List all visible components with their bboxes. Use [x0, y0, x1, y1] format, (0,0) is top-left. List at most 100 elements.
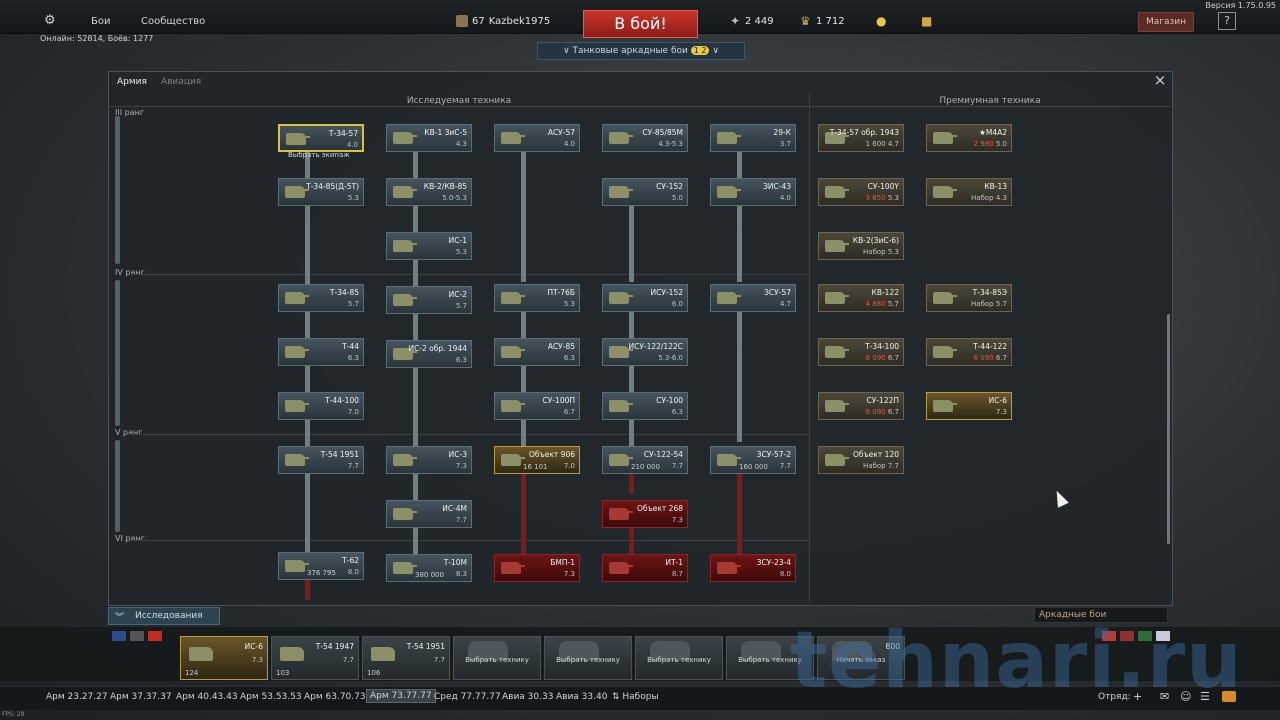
- country-flag-china-icon[interactable]: [1120, 631, 1134, 641]
- tank-icon: [285, 186, 309, 198]
- vehicle-card[interactable]: ЗИС-43 4.0: [710, 178, 796, 206]
- fps-counter: FPS: 28: [2, 711, 25, 718]
- country-flag-italy-icon[interactable]: [1138, 631, 1152, 641]
- vehicle-card[interactable]: Объект 268 7.3: [602, 500, 688, 528]
- vehicle-card[interactable]: Объект 906 16 101 7.0: [494, 446, 580, 474]
- premium-vehicle-card[interactable]: Т-34-85Э Набор 5.7: [926, 284, 1012, 312]
- vehicle-card[interactable]: АСУ-57 4.0: [494, 124, 580, 152]
- premium-vehicle-card[interactable]: Объект 120 Набор 7.7: [818, 446, 904, 474]
- premium-vehicle-card[interactable]: КВ-2(ЗиС-6) Набор 5.3: [818, 232, 904, 260]
- vehicle-card[interactable]: СУ-85/85М 4.3-5.3: [602, 124, 688, 152]
- to-battle-button[interactable]: В бой!: [583, 10, 698, 38]
- vehicle-card[interactable]: ИС-1 5.3: [386, 232, 472, 260]
- premium-vehicle-card[interactable]: Т-34-100 6 090 6.7: [818, 338, 904, 366]
- vehicle-name: Объект 906: [528, 450, 575, 459]
- game-mode-selector[interactable]: ∨ Танковые аркадные бои 1 2 ∨: [537, 42, 745, 60]
- vehicle-card[interactable]: СУ-100 6.3: [602, 392, 688, 420]
- vehicle-card[interactable]: Т-54 1951 7.7: [278, 446, 364, 474]
- crew-slot-empty[interactable]: Выбрать технику: [726, 636, 814, 680]
- premium-vehicle-card[interactable]: КВ-13 Набор 4.3: [926, 178, 1012, 206]
- vehicle-card[interactable]: ЗСУ-57 4.7: [710, 284, 796, 312]
- shop-button[interactable]: Магазин: [1138, 12, 1194, 32]
- premium-vehicle-card[interactable]: ★M4A2 2 980 5.0: [926, 124, 1012, 152]
- player-info[interactable]: 67 Kazbek1975: [456, 15, 550, 27]
- crew-slot[interactable]: Т-54 1951 7.7 106: [362, 636, 450, 680]
- premium-vehicle-card[interactable]: СУ-122П 6 090 6.7: [818, 392, 904, 420]
- vehicle-name: СУ-122-54: [643, 450, 683, 459]
- vehicle-card[interactable]: АСУ-85 6.3: [494, 338, 580, 366]
- gear-icon[interactable]: ⚙: [44, 13, 56, 28]
- vehicle-card[interactable]: СУ-100П 6.7: [494, 392, 580, 420]
- preset-item[interactable]: Арм 63.70.73: [304, 692, 366, 702]
- premium-vehicle-card[interactable]: ИС-6 7.3: [926, 392, 1012, 420]
- vehicle-card[interactable]: ИСУ-152 6.0: [602, 284, 688, 312]
- add-squad-icon[interactable]: +: [1133, 690, 1142, 703]
- menu-battles[interactable]: Бои: [91, 16, 110, 27]
- preset-item[interactable]: Авиа 30.33: [502, 692, 553, 702]
- preset-item[interactable]: Арм 23.27.27: [46, 692, 108, 702]
- presets-button[interactable]: ⇅ Наборы: [612, 692, 659, 702]
- premium-vehicle-card[interactable]: Т-34-57 обр. 1943 1 600 4.7: [818, 124, 904, 152]
- crew-slot-empty[interactable]: Выбрать технику: [453, 636, 541, 680]
- preset-item[interactable]: Арм 37.37.37: [110, 692, 172, 702]
- country-flag-ussr-icon[interactable]: [148, 631, 162, 641]
- vehicle-card[interactable]: ИС-2 обр. 1944 6.3: [386, 340, 472, 368]
- vehicle-card[interactable]: ИС-3 7.3: [386, 446, 472, 474]
- vehicle-card[interactable]: ИС-2 5.7: [386, 286, 472, 314]
- battle-mode-dropdown[interactable]: Аркадные бои: [1034, 607, 1168, 623]
- crew-slot[interactable]: ИС-6 7.3 124: [180, 636, 268, 680]
- vehicle-card[interactable]: Т-34-57 4.0 Выбрать экипаж: [278, 124, 364, 159]
- vehicle-card[interactable]: Т-62 376 795 8.0: [278, 552, 364, 580]
- crew-slot-empty[interactable]: Выбрать технику: [635, 636, 723, 680]
- crew-slot-empty[interactable]: Выбрать технику: [544, 636, 632, 680]
- vehicle-card[interactable]: ЗСУ-57-2 160 000 7.7: [710, 446, 796, 474]
- crew-slot-buy[interactable]: 800 Начать заказ: [817, 636, 905, 680]
- vehicle-card[interactable]: КВ-1 ЗиС-5 4.3: [386, 124, 472, 152]
- vehicle-card[interactable]: Т-34-85 5.7: [278, 284, 364, 312]
- vehicle-card[interactable]: ПТ-76Б 5.3: [494, 284, 580, 312]
- country-flag-usa-icon[interactable]: [112, 631, 126, 641]
- tank-icon: [933, 346, 957, 358]
- vehicle-card[interactable]: ИСУ-122/122С 5.3-6.0: [602, 338, 688, 366]
- chat-icon[interactable]: ✉: [1160, 690, 1169, 703]
- menu-community[interactable]: Сообщество: [141, 16, 205, 27]
- preset-item[interactable]: Сред 77.77.77: [434, 692, 501, 702]
- premium-vehicle-card[interactable]: КВ-122 4 880 5.7: [818, 284, 904, 312]
- vehicle-card[interactable]: ИС-4М 7.7: [386, 500, 472, 528]
- vehicle-name: АСУ-57: [547, 128, 575, 137]
- chest-icon[interactable]: ■: [921, 14, 932, 28]
- tab-army[interactable]: Армия: [117, 77, 147, 87]
- vehicle-card[interactable]: ИТ-1 8.7: [602, 554, 688, 582]
- mail-icon[interactable]: [1222, 691, 1236, 702]
- contacts-icon[interactable]: ☰: [1200, 690, 1210, 703]
- vehicle-card[interactable]: ЗСУ-23-4 8.0: [710, 554, 796, 582]
- battle-rating: 4.7: [887, 140, 899, 148]
- scrollbar[interactable]: [1167, 314, 1170, 544]
- country-flag-germany-icon[interactable]: [130, 631, 144, 641]
- vehicle-card[interactable]: КВ-2/КВ-85 5.0-5.3: [386, 178, 472, 206]
- help-button[interactable]: ?: [1218, 12, 1236, 30]
- preset-item-active[interactable]: Арм 73.77.77: [366, 689, 436, 703]
- research-tab[interactable]: ︾ Исследования: [108, 607, 220, 625]
- premium-vehicle-card[interactable]: СУ-100Y 3 850 5.3: [818, 178, 904, 206]
- close-icon[interactable]: ×: [1152, 73, 1168, 89]
- battle-rating: 6.7: [563, 408, 575, 416]
- vehicle-card[interactable]: СУ-122-54 210 000 7.7: [602, 446, 688, 474]
- vehicle-card[interactable]: БМП-1 7.3: [494, 554, 580, 582]
- vehicle-card[interactable]: СУ-152 5.0: [602, 178, 688, 206]
- country-flag-france-icon[interactable]: [1156, 631, 1170, 641]
- crew-slot[interactable]: Т-54 1947 7.7 103: [271, 636, 359, 680]
- lightbulb-icon[interactable]: ●: [876, 14, 886, 28]
- vehicle-card[interactable]: Т-44 6.3: [278, 338, 364, 366]
- vehicle-card[interactable]: Т-10М 380 000 8.3: [386, 554, 472, 582]
- vehicle-card[interactable]: Т-34-85(Д-5Т) 5.3: [278, 178, 364, 206]
- country-flag-japan-icon[interactable]: [1102, 631, 1116, 641]
- friends-icon[interactable]: ☺: [1180, 690, 1191, 703]
- vehicle-card[interactable]: Т-44-100 7.0: [278, 392, 364, 420]
- tab-aviation[interactable]: Авиация: [161, 77, 201, 87]
- preset-item[interactable]: Авиа 33.40: [556, 692, 607, 702]
- preset-item[interactable]: Арм 53.53.53: [240, 692, 302, 702]
- preset-item[interactable]: Арм 40.43.43: [176, 692, 238, 702]
- premium-vehicle-card[interactable]: Т-44-122 6 090 6.7: [926, 338, 1012, 366]
- vehicle-card[interactable]: 29-К 3.7: [710, 124, 796, 152]
